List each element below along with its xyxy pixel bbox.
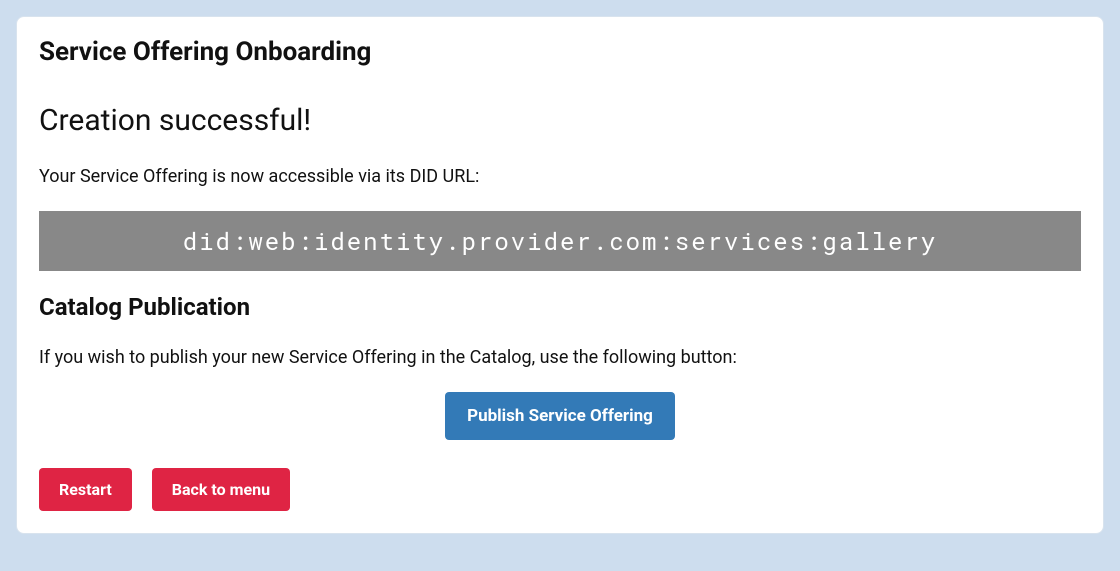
publish-button[interactable]: Publish Service Offering [445, 392, 675, 440]
page-title: Service Offering Onboarding [39, 37, 1081, 67]
back-to-menu-button[interactable]: Back to menu [152, 468, 290, 511]
publish-row: Publish Service Offering [39, 392, 1081, 440]
restart-button[interactable]: Restart [39, 468, 132, 511]
catalog-heading: Catalog Publication [39, 293, 1081, 321]
onboarding-card: Service Offering Onboarding Creation suc… [16, 16, 1104, 534]
catalog-text: If you wish to publish your new Service … [39, 347, 1081, 368]
did-url-display: did:web:identity.provider.com:services:g… [39, 211, 1081, 271]
success-heading: Creation successful! [39, 103, 1081, 138]
did-intro-text: Your Service Offering is now accessible … [39, 166, 1081, 187]
footer-buttons: Restart Back to menu [39, 468, 1081, 511]
